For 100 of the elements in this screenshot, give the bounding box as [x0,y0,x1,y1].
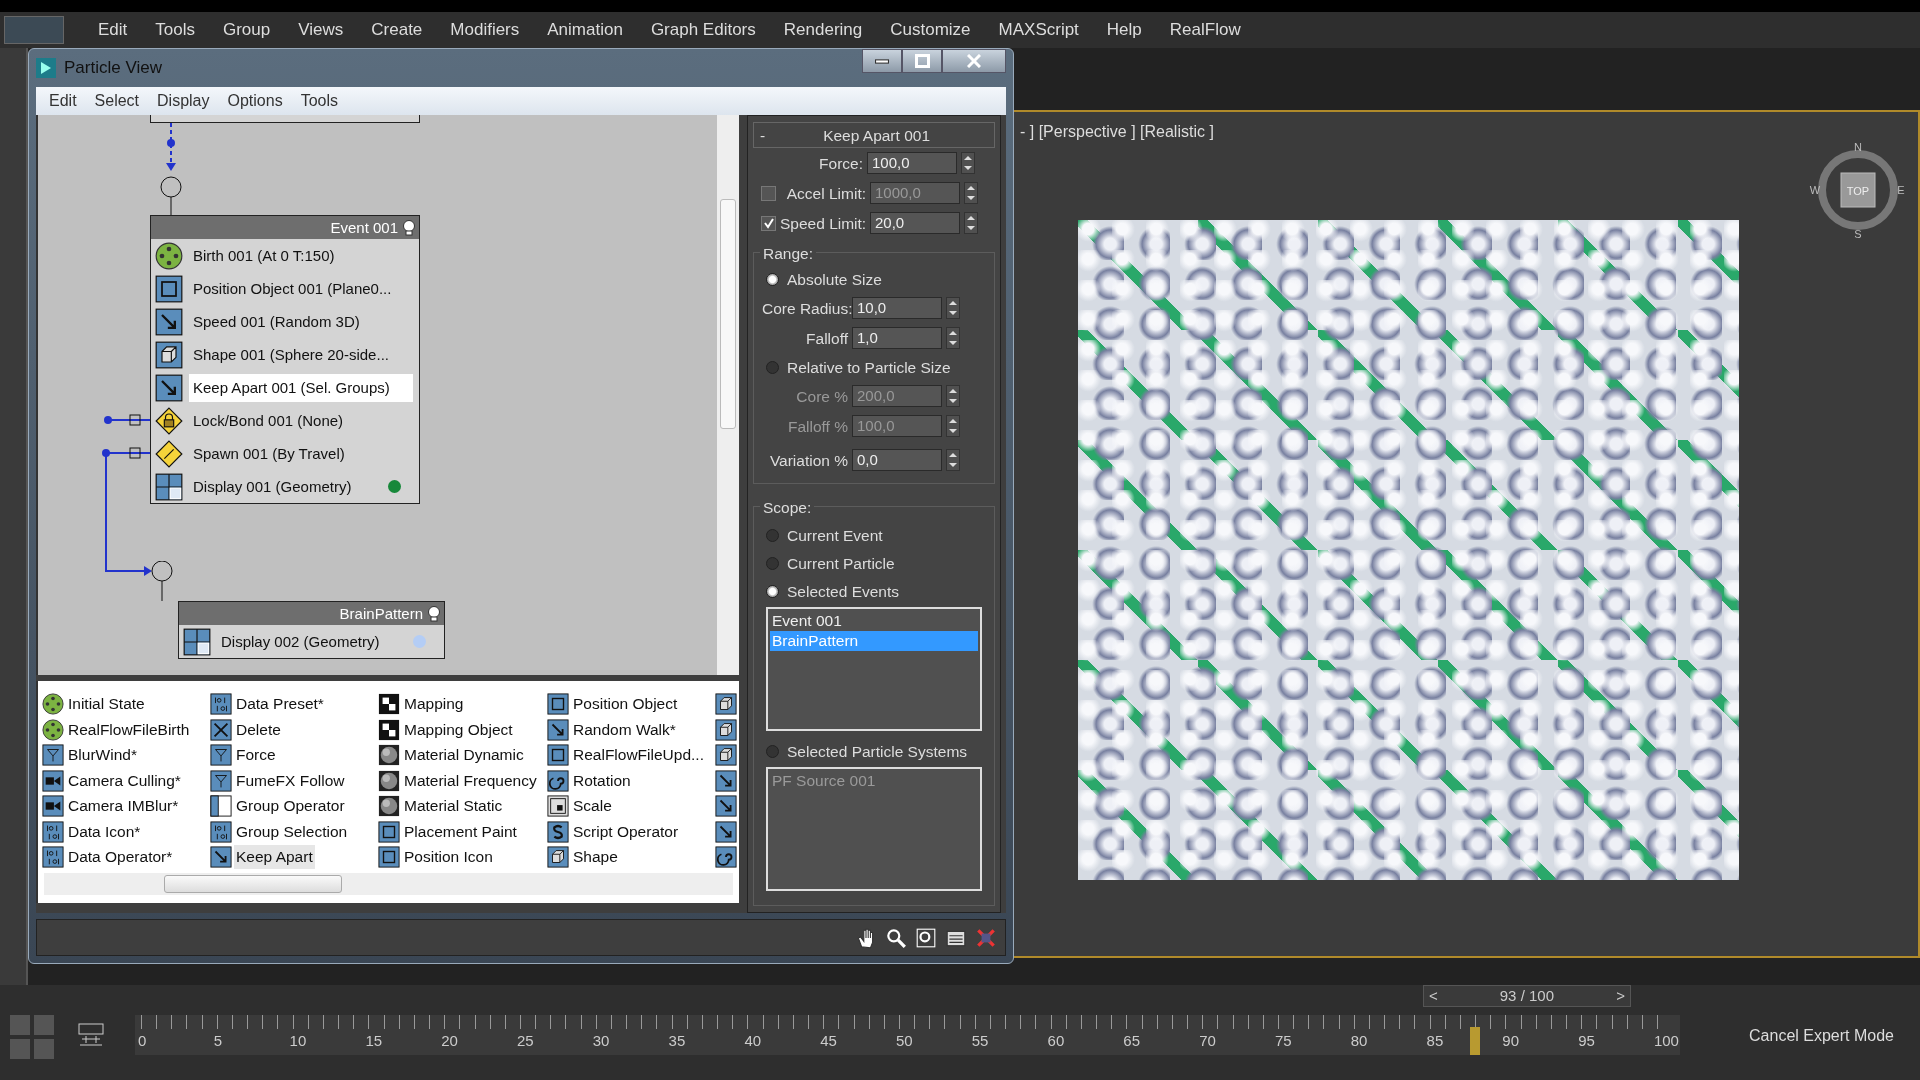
flow-connector-drawing [102,414,150,427]
depot-item[interactable]: Material Static [378,793,547,819]
spiral-icon [547,769,569,792]
menu-item[interactable]: Create [357,17,437,43]
menu-item[interactable]: Customize [876,17,985,43]
depot-item[interactable]: Material Frequency [378,767,547,794]
depot-item[interactable]: Material Dynamic [378,742,547,768]
list-item[interactable]: Event 001 [770,611,978,632]
sphere-icon [378,795,400,818]
menu-item[interactable]: Edit [40,89,86,114]
maximize-button[interactable] [902,49,942,73]
depot-item[interactable]: Script Operator [547,818,715,845]
depot-item[interactable]: FumeFX Follow [210,767,378,794]
depot-item[interactable]: Group Selection [210,818,378,845]
depot-item[interactable]: Shape [547,844,715,870]
depot-item[interactable]: Delete [210,716,378,743]
depot-item-icon[interactable] [715,844,737,870]
depot-item[interactable]: Group Operator [210,793,378,819]
depot-item[interactable]: Placement Paint [378,818,547,845]
close-icon [967,54,981,68]
previous-frame-button[interactable]: < [1423,984,1443,1008]
event-node[interactable]: BrainPattern Display 002 (Geometry) [178,601,445,660]
radio-button[interactable]: Current Event [758,521,889,550]
depot-item[interactable]: Data Icon* [42,818,210,845]
depot-item[interactable]: Mapping [378,691,547,717]
viewport-label[interactable]: - ] [Perspective ] [Realistic ] [1020,120,1214,144]
depot-item[interactable]: Scale [547,793,715,819]
depot-item-icon[interactable] [715,691,737,717]
menu-item[interactable]: Rendering [769,17,877,43]
checkbox[interactable] [761,215,776,231]
menu-item[interactable]: Select [85,89,149,114]
depot-item[interactable]: Force [210,742,378,768]
checkbox[interactable] [761,185,776,201]
number-field[interactable]: 10,0 [852,297,942,320]
frame-number: 30 [592,1032,610,1049]
binary-digits-icon [42,820,64,843]
next-frame-button[interactable]: > [1611,984,1630,1008]
number-field[interactable]: 0,0 [852,449,942,472]
menu-item[interactable]: MAXScript [984,17,1093,43]
menu-item[interactable]: Options [218,89,292,114]
menu-item[interactable]: Animation [533,17,637,43]
menu-item[interactable]: Graph Editors [636,17,770,43]
menu-item[interactable]: Group [209,17,285,43]
operator-row[interactable]: Lock/Bond 001 (None) [151,404,419,438]
depot-item[interactable]: Initial State [42,691,210,717]
radio-button[interactable]: Selected Particle Systems [758,737,974,766]
vertical-scrollbar[interactable] [717,115,739,676]
grid-square-icon [183,627,211,656]
cancel-expert-mode-button[interactable]: Cancel Expert Mode [1743,1023,1900,1049]
radio-button[interactable]: Current Particle [758,549,901,578]
menu-item[interactable]: Tools [291,89,347,114]
field-label: Accel Limit: [785,183,866,204]
number-field[interactable]: 1,0 [852,327,942,350]
depot-item-icon[interactable] [715,767,737,794]
depot-item[interactable]: Mapping Object [378,716,547,743]
depot-item[interactable]: Camera Culling* [42,767,210,794]
depot-item[interactable]: Rotation [547,767,715,794]
operator-row[interactable]: Display 002 (Geometry) [179,625,444,659]
operator-row[interactable]: Shape 001 (Sphere 20-side... [151,338,419,372]
menu-item[interactable]: Display [148,89,219,114]
operator-row[interactable]: Birth 001 (At 0 T:150) [151,239,419,273]
number-field[interactable]: 100,0 [867,152,957,175]
operator-row[interactable]: Position Object 001 (Plane0... [151,272,419,306]
field-label: Speed Limit: [780,213,866,234]
radio-button[interactable]: Absolute Size [758,265,888,294]
depot-item[interactable]: RealFlowFileUpd... [547,742,715,768]
depot-item-icon[interactable] [715,818,737,845]
depot-item[interactable]: Keep Apart [210,844,378,870]
funnel-icon [210,769,232,792]
depot-item-icon[interactable] [715,793,737,819]
depot-item[interactable]: Position Icon [378,844,547,870]
event-node[interactable] [150,215,420,505]
operator-row[interactable]: Speed 001 (Random 3D) [151,305,419,339]
close-button[interactable] [942,49,1006,73]
menu-item[interactable]: Edit [84,17,142,43]
menu-item[interactable]: Modifiers [436,17,534,43]
depot-item[interactable]: Data Operator* [42,844,210,870]
depot-item[interactable]: Random Walk* [547,716,715,743]
compass-letter: E [1897,184,1905,196]
rollout-header[interactable]: - Keep Apart 001 [753,122,995,149]
horizontal-scrollbar[interactable] [44,873,733,896]
menu-item[interactable]: Help [1092,17,1156,43]
operator-row[interactable]: Spawn 001 (By Travel) [151,437,419,471]
menu-item[interactable]: RealFlow [1155,17,1255,43]
operator-row[interactable]: Display 001 (Geometry) [151,470,419,504]
menu-item[interactable]: Tools [141,17,209,43]
menu-item[interactable]: Views [284,17,358,43]
radio-button[interactable]: Relative to Particle Size [758,353,957,382]
depot-item-icon[interactable] [715,742,737,768]
depot-item-icon[interactable] [715,716,737,743]
time-slider[interactable]: < 93 / 100 > [1422,985,1631,1007]
radio-button[interactable]: Selected Events [758,577,905,606]
track-bar[interactable]: 0 5 10 15 20 25 30 35 40 45 50 55 60 65 70 75 80 85 90 95 100 [135,1015,1680,1055]
depot-item[interactable]: RealFlowFileBirth [42,716,210,743]
number-field[interactable]: 20,0 [870,212,960,235]
depot-item[interactable]: Camera IMBlur* [42,793,210,819]
depot-item[interactable]: Data Preset* [210,691,378,717]
depot-item[interactable]: Position Object [547,691,715,717]
minimize-button[interactable] [862,49,902,73]
depot-item[interactable]: BlurWind* [42,742,210,768]
